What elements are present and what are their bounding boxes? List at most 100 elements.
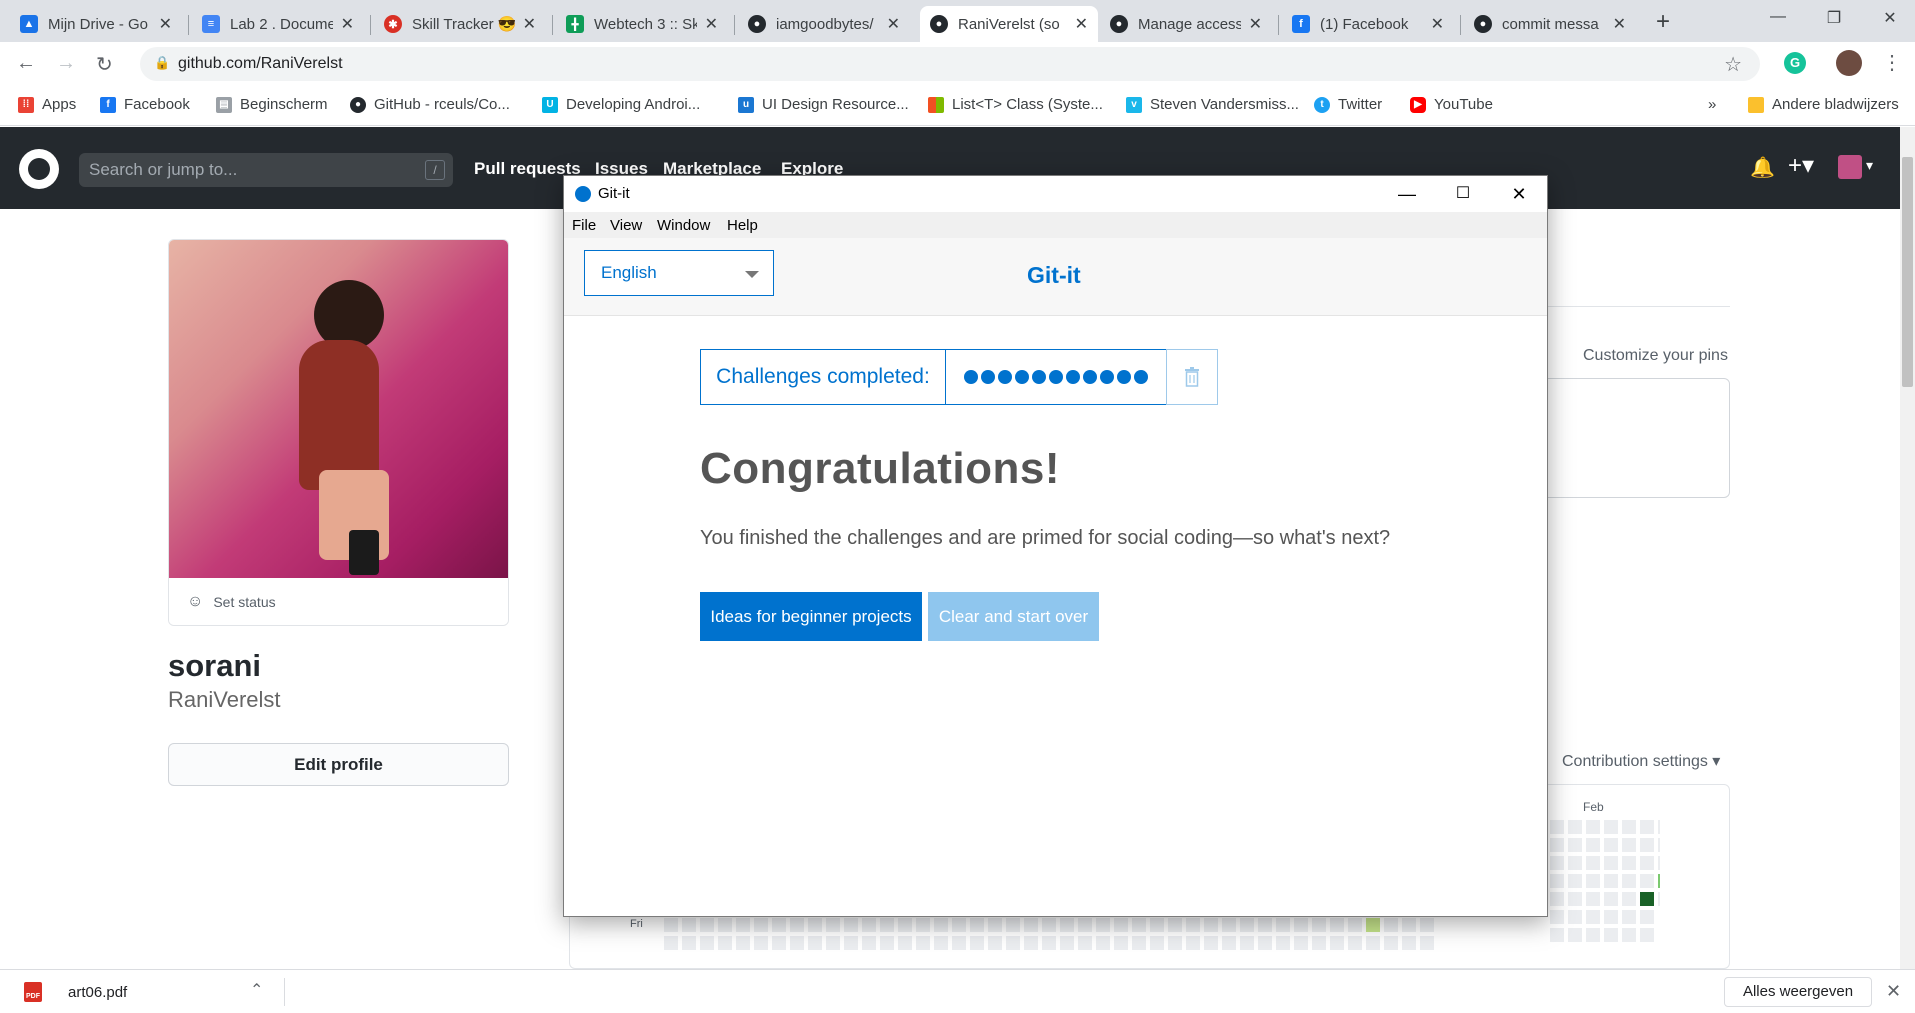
page-scrollbar[interactable]: [1900, 127, 1915, 969]
clear-progress-button[interactable]: [1166, 349, 1218, 405]
close-icon[interactable]: ✕: [341, 14, 354, 34]
close-icon[interactable]: ✕: [1249, 14, 1262, 34]
close-icon[interactable]: ✕: [887, 14, 900, 34]
contribution-cell[interactable]: [1276, 918, 1290, 932]
contribution-cell[interactable]: [1222, 918, 1236, 932]
bell-icon[interactable]: 🔔: [1750, 155, 1775, 180]
contribution-cell[interactable]: [1294, 918, 1308, 932]
contribution-cell[interactable]: [1622, 910, 1636, 924]
contribution-cell[interactable]: [1186, 918, 1200, 932]
contribution-cell[interactable]: [1640, 910, 1654, 924]
contribution-cell[interactable]: [1622, 838, 1636, 852]
contribution-cell[interactable]: [1240, 918, 1254, 932]
contribution-cell[interactable]: [1550, 910, 1564, 924]
menu-icon[interactable]: ⋮: [1882, 50, 1902, 75]
contribution-cell[interactable]: [1604, 874, 1618, 888]
chevron-up-icon[interactable]: ⌃: [250, 980, 263, 1000]
contribution-cell[interactable]: [1366, 936, 1380, 950]
contribution-cell[interactable]: [1658, 856, 1660, 870]
contribution-cell[interactable]: [1294, 936, 1308, 950]
minimize-icon[interactable]: —: [1379, 180, 1435, 208]
download-item[interactable]: PDF art06.pdf: [24, 982, 127, 1002]
github-logo-icon[interactable]: [19, 149, 59, 189]
contribution-cell[interactable]: [664, 936, 678, 950]
edit-profile-button[interactable]: Edit profile: [168, 743, 509, 786]
contribution-cell[interactable]: [862, 936, 876, 950]
contribution-cell[interactable]: [1640, 928, 1654, 942]
contribution-cell[interactable]: [1258, 936, 1272, 950]
contribution-cell[interactable]: [1366, 918, 1380, 932]
contribution-cell[interactable]: [1640, 838, 1654, 852]
contribution-cell[interactable]: [1330, 936, 1344, 950]
contribution-cell[interactable]: [1586, 910, 1600, 924]
contribution-cell[interactable]: [1640, 892, 1654, 906]
contribution-cell[interactable]: [1258, 918, 1272, 932]
tab-manage-access[interactable]: ● Manage access ✕: [1100, 6, 1272, 42]
contribution-cell[interactable]: [1586, 874, 1600, 888]
contribution-cell[interactable]: [1622, 892, 1636, 906]
contribution-cell[interactable]: [970, 936, 984, 950]
bookmarks-overflow-icon[interactable]: »: [1708, 96, 1716, 113]
contribution-cell[interactable]: [1550, 874, 1564, 888]
reload-icon[interactable]: ↻: [96, 52, 113, 77]
contribution-cell[interactable]: [898, 918, 912, 932]
close-icon[interactable]: ✕: [705, 14, 718, 34]
contribution-cell[interactable]: [952, 918, 966, 932]
contribution-cell[interactable]: [790, 936, 804, 950]
tab-skill-tracker[interactable]: ✱ Skill Tracker 😎 ✕: [374, 6, 546, 42]
contribution-cell[interactable]: [1568, 928, 1582, 942]
contribution-cell[interactable]: [970, 918, 984, 932]
tab-facebook[interactable]: f (1) Facebook ✕: [1282, 6, 1454, 42]
contribution-cell[interactable]: [1276, 936, 1290, 950]
show-all-downloads-button[interactable]: Alles weergeven: [1724, 977, 1872, 1007]
bookmark-apps[interactable]: ⁞⁞ Apps: [18, 96, 76, 113]
contribution-cell[interactable]: [1042, 936, 1056, 950]
contribution-cell[interactable]: [1150, 918, 1164, 932]
contribution-cell[interactable]: [1114, 918, 1128, 932]
tab-iamgoodbytes[interactable]: ● iamgoodbytes/✕: [738, 6, 910, 42]
maximize-icon[interactable]: ☐: [1435, 180, 1491, 208]
bookmark-list-class[interactable]: List<T> Class (Syste...: [928, 96, 1103, 113]
contribution-cell[interactable]: [1622, 820, 1636, 834]
contribution-cell[interactable]: [1384, 936, 1398, 950]
contribution-cell[interactable]: [988, 918, 1002, 932]
contribution-cell[interactable]: [664, 918, 678, 932]
contribution-cell[interactable]: [916, 918, 930, 932]
tab-commit-message[interactable]: ● commit messa ✕: [1464, 6, 1636, 42]
close-icon[interactable]: ✕: [1886, 981, 1901, 1002]
close-icon[interactable]: ✕: [1613, 14, 1626, 34]
contribution-cell[interactable]: [1640, 856, 1654, 870]
contribution-cell[interactable]: [1568, 856, 1582, 870]
bookmark-github-rceuls[interactable]: ● GitHub - rceuls/Co...: [350, 96, 510, 113]
profile-photo[interactable]: [169, 240, 508, 578]
contribution-cell[interactable]: [1568, 838, 1582, 852]
contribution-cell[interactable]: [1568, 910, 1582, 924]
contribution-cell[interactable]: [1384, 918, 1398, 932]
contribution-cell[interactable]: [826, 936, 840, 950]
contribution-cell[interactable]: [682, 936, 696, 950]
contribution-cell[interactable]: [880, 936, 894, 950]
beginner-projects-button[interactable]: Ideas for beginner projects: [700, 592, 922, 641]
contribution-cell[interactable]: [1222, 936, 1236, 950]
menu-help[interactable]: Help: [727, 217, 758, 234]
contribution-cell[interactable]: [1402, 918, 1416, 932]
forward-icon[interactable]: →: [56, 52, 76, 75]
tab-google-drive[interactable]: ▲ Mijn Drive - Go ✕: [10, 6, 182, 42]
contribution-cell[interactable]: [1586, 892, 1600, 906]
contribution-cell[interactable]: [1312, 936, 1326, 950]
contribution-cell[interactable]: [1658, 838, 1660, 852]
tab-raniverelst[interactable]: ● RaniVerelst (so ✕: [920, 6, 1098, 42]
profile-avatar[interactable]: [1836, 50, 1862, 76]
contribution-cell[interactable]: [1586, 856, 1600, 870]
contribution-cell[interactable]: [1420, 918, 1434, 932]
contribution-cell[interactable]: [934, 936, 948, 950]
contribution-cell[interactable]: [772, 936, 786, 950]
contribution-cell[interactable]: [1168, 936, 1182, 950]
contribution-cell[interactable]: [772, 918, 786, 932]
contribution-cell[interactable]: [1550, 820, 1564, 834]
contribution-cell[interactable]: [934, 918, 948, 932]
contribution-cell[interactable]: [682, 918, 696, 932]
contribution-cell[interactable]: [1568, 820, 1582, 834]
contribution-cell[interactable]: [1348, 918, 1362, 932]
contribution-cell[interactable]: [1024, 936, 1038, 950]
